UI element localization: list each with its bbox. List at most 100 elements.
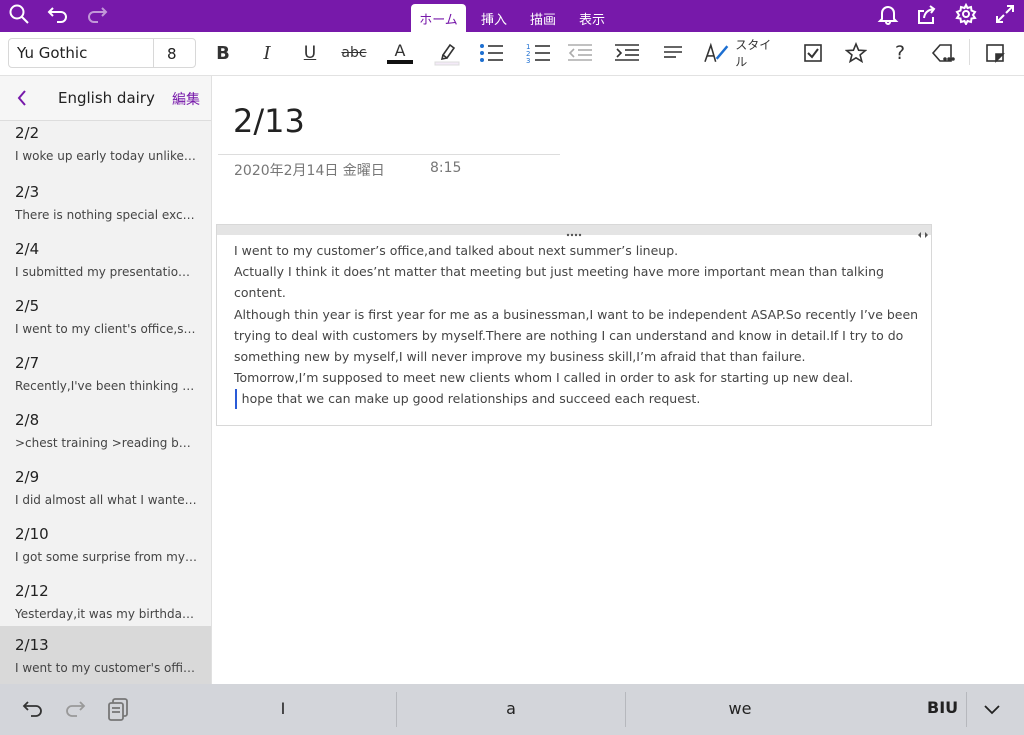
page-list-item[interactable]: 2/7 Recently,I've been thinking ab... [0, 349, 211, 406]
page-item-preview: >chest training >reading boo... [15, 436, 197, 450]
underline-button[interactable]: U [299, 39, 321, 67]
question-label: ? [894, 42, 906, 64]
paragraph[interactable]: I hope that we can make up good relation… [234, 388, 924, 409]
indent-button[interactable] [614, 39, 640, 67]
paste-icon[interactable] [105, 696, 131, 722]
font-size[interactable]: 8 [167, 45, 177, 63]
page-item-title: 2/8 [15, 411, 40, 429]
redo-icon[interactable] [83, 0, 111, 28]
style-label: スタイル [735, 38, 772, 69]
suggestion-1[interactable]: I [223, 699, 343, 718]
format-biu-button[interactable]: BIU [927, 698, 958, 717]
underline-label: U [303, 43, 317, 63]
page-item-title: 2/3 [15, 183, 40, 201]
svg-text:3: 3 [526, 57, 530, 65]
redo-icon[interactable] [62, 696, 88, 722]
bell-icon[interactable] [874, 0, 902, 28]
page-item-title: 2/4 [15, 240, 40, 258]
question-tag-button[interactable]: ? [888, 39, 912, 67]
page-list-item-selected[interactable]: 2/13 I went to my customer's offic... [0, 626, 211, 684]
divider [625, 692, 626, 727]
page-title[interactable]: 2/13 [233, 102, 305, 140]
suggestion-3[interactable]: we [680, 699, 800, 718]
divider [396, 692, 397, 727]
tab-home-label: ホーム [419, 12, 458, 28]
tab-view-label: 表示 [578, 13, 605, 28]
paragraph[interactable]: Although thin year is first year for me … [234, 304, 924, 368]
note-icon [986, 44, 1005, 63]
back-icon[interactable] [12, 86, 32, 110]
tab-draw[interactable]: 描画 [523, 5, 563, 32]
tab-view[interactable]: 表示 [572, 5, 612, 32]
font-color-button[interactable]: A [386, 39, 414, 67]
page-item-preview: Recently,I've been thinking ab... [15, 379, 197, 393]
tab-insert[interactable]: 挿入 [474, 5, 514, 32]
search-icon[interactable] [5, 0, 33, 28]
divider [969, 39, 970, 65]
page-item-preview: I submitted my presentation... [15, 265, 197, 279]
strikethrough-button[interactable]: abc [338, 39, 370, 67]
bullet-list-icon [480, 44, 503, 62]
paragraph[interactable]: Tomorrow,I’m supposed to meet new client… [234, 367, 924, 388]
tab-home[interactable]: ホーム [411, 4, 466, 32]
undo-icon[interactable] [44, 0, 72, 28]
align-left-icon [664, 46, 682, 58]
page-item-preview: Yesterday,it was my birthday.... [15, 607, 197, 621]
page-item-title: 2/13 [15, 636, 49, 654]
note-text[interactable]: I went to my customer’s office,and talke… [234, 240, 924, 410]
divider [153, 39, 154, 67]
paragraph[interactable]: I went to my customer’s office,and talke… [234, 240, 924, 261]
undo-icon[interactable] [20, 696, 46, 722]
font-color-swatch [387, 60, 413, 64]
page-item-title: 2/9 [15, 468, 40, 486]
page-item-title: 2/10 [15, 525, 49, 543]
note-container[interactable]: I went to my customer’s office,and talke… [216, 224, 932, 426]
bold-label: B [216, 42, 230, 64]
todo-tag-button[interactable] [801, 39, 825, 67]
font-picker[interactable]: Yu Gothic 8 [8, 38, 196, 68]
suggestion-2[interactable]: a [451, 699, 571, 718]
more-tags-button[interactable] [929, 39, 957, 67]
page-item-title: 2/2 [15, 124, 40, 142]
bullet-list-button[interactable] [478, 39, 504, 67]
highlighter-icon [434, 43, 460, 66]
style-button[interactable]: スタイル [704, 38, 782, 69]
edit-button[interactable]: 編集 [172, 89, 200, 109]
sticky-note-button[interactable] [984, 39, 1006, 67]
page-time: 8:15 [430, 160, 462, 176]
share-icon[interactable] [913, 0, 941, 28]
outdent-button[interactable] [567, 39, 593, 67]
page-item-preview: I woke up early today unlike y... [15, 149, 197, 163]
page-item-preview: I went to my customer's offic... [15, 661, 197, 675]
page-item-title: 2/12 [15, 582, 49, 600]
numbered-list-button[interactable]: 123 [525, 39, 551, 67]
page-list-item[interactable]: 2/8 >chest training >reading boo... [0, 406, 211, 463]
ribbon: Yu Gothic 8 B I U abc A 123 スタイル ? [0, 32, 1024, 76]
container-drag-handle[interactable] [217, 225, 931, 238]
page-list-item[interactable]: 2/2 I woke up early today unlike y... [0, 121, 211, 178]
page-canvas[interactable]: 2/13 2020年2月14日 金曜日 8:15 I went to my cu… [213, 76, 1024, 684]
italic-label: I [263, 42, 271, 64]
expand-icon[interactable] [991, 0, 1019, 28]
text-caret [235, 389, 237, 409]
tag-icon [931, 44, 955, 62]
font-name[interactable]: Yu Gothic [17, 44, 87, 62]
align-button[interactable] [661, 39, 685, 67]
page-list-item[interactable]: 2/4 I submitted my presentation... [0, 235, 211, 292]
italic-button[interactable]: I [256, 39, 278, 67]
section-title: English dairy [58, 89, 155, 107]
page-list-item[interactable]: 2/10 I got some surprise from my g... [0, 520, 211, 577]
page-list-sidebar: English dairy 編集 2/2 I woke up early tod… [0, 76, 212, 684]
paragraph[interactable]: Actually I think it does’nt matter that … [234, 261, 924, 303]
title-underline [218, 154, 560, 155]
important-tag-button[interactable] [844, 39, 868, 67]
gear-icon[interactable] [952, 0, 980, 28]
outdent-icon [568, 44, 592, 61]
page-list-item[interactable]: 2/9 I did almost all what I wanted... [0, 463, 211, 520]
chevron-down-icon[interactable] [979, 696, 1005, 722]
bold-button[interactable]: B [212, 39, 234, 67]
page-list-item[interactable]: 2/3 There is nothing special exce... [0, 178, 211, 235]
page-list-item[interactable]: 2/5 I went to my client's office,so... [0, 292, 211, 349]
highlighter-button[interactable] [433, 39, 461, 67]
font-color-label: A [394, 41, 406, 60]
